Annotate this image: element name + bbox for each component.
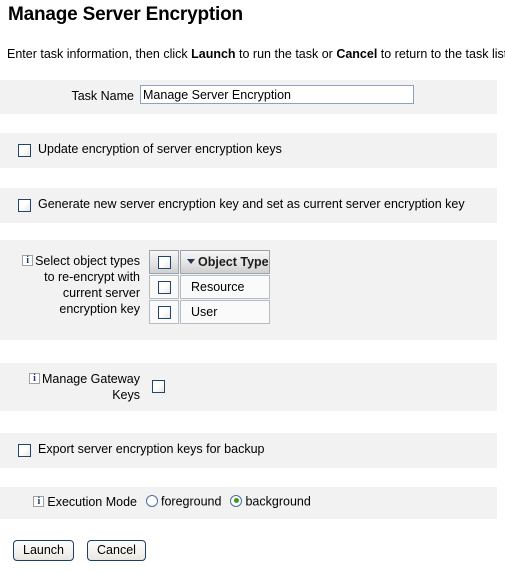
table-row[interactable]: Resource bbox=[149, 275, 270, 299]
generate-new-key-label: Generate new server encryption key and s… bbox=[38, 197, 465, 211]
update-encryption-checkbox[interactable] bbox=[18, 144, 31, 157]
export-keys-row[interactable]: Export server encryption keys for backup bbox=[0, 433, 497, 468]
gateway-keys-row: i Manage Gateway Keys bbox=[0, 363, 497, 411]
execution-mode-row: i Execution Mode foreground background bbox=[0, 487, 497, 519]
sort-descending-triangle-icon[interactable] bbox=[187, 259, 195, 265]
execution-mode-label: i Execution Mode bbox=[0, 495, 137, 509]
background-radio-label: background bbox=[245, 494, 311, 509]
object-types-label-line-1: Select object types bbox=[35, 254, 140, 268]
execution-mode-radio-group: foreground background bbox=[146, 494, 320, 509]
task-name-label: Task Name bbox=[71, 89, 134, 103]
row-resource-checkbox-cell[interactable] bbox=[149, 275, 179, 299]
object-type-column-header-label: Object Type bbox=[198, 255, 269, 269]
update-encryption-label: Update encryption of server encryption k… bbox=[38, 142, 282, 156]
execution-mode-option-background[interactable]: background bbox=[230, 494, 311, 509]
generate-new-key-row[interactable]: Generate new server encryption key and s… bbox=[0, 188, 497, 223]
object-types-row: i Select object types to re-encrypt with … bbox=[0, 240, 497, 340]
foreground-radio[interactable] bbox=[146, 494, 158, 507]
cancel-button[interactable]: Cancel bbox=[87, 540, 146, 561]
gateway-keys-label: i Manage Gateway Keys bbox=[10, 371, 140, 403]
background-radio[interactable] bbox=[230, 494, 243, 507]
row-resource-name: Resource bbox=[180, 275, 270, 299]
row-user-name: User bbox=[180, 300, 270, 324]
object-types-label-line-2: to re-encrypt with bbox=[44, 270, 140, 284]
select-all-cell[interactable] bbox=[149, 250, 179, 274]
object-types-label-line-3: current server bbox=[62, 286, 140, 300]
row-user-checkbox-cell[interactable] bbox=[149, 300, 179, 324]
execution-mode-option-foreground[interactable]: foreground bbox=[146, 494, 221, 509]
intro-suffix: to return to the task list. bbox=[377, 47, 505, 61]
table-header-row: Object Type bbox=[149, 250, 270, 274]
intro-launch-keyword: Launch bbox=[191, 47, 236, 61]
row-user-checkbox[interactable] bbox=[157, 306, 171, 320]
generate-new-key-checkbox[interactable] bbox=[18, 199, 31, 212]
update-encryption-row[interactable]: Update encryption of server encryption k… bbox=[0, 133, 497, 168]
intro-cancel-keyword: Cancel bbox=[336, 47, 378, 61]
row-resource-checkbox[interactable] bbox=[157, 281, 171, 295]
gateway-keys-label-line-1: Manage Gateway bbox=[42, 372, 140, 386]
info-icon[interactable]: i bbox=[22, 255, 34, 267]
object-types-table: Object Type Resource User bbox=[148, 249, 271, 325]
manage-server-encryption-page: Manage Server Encryption Enter task info… bbox=[0, 0, 505, 573]
footer-actions: Launch Cancel bbox=[0, 540, 146, 561]
gateway-keys-checkbox[interactable] bbox=[152, 380, 165, 393]
object-type-column-header[interactable]: Object Type bbox=[180, 250, 270, 274]
launch-button[interactable]: Launch bbox=[13, 540, 75, 561]
foreground-radio-label: foreground bbox=[161, 494, 222, 509]
execution-mode-label-text: Execution Mode bbox=[47, 495, 137, 509]
info-icon[interactable]: i bbox=[33, 496, 45, 508]
page-title: Manage Server Encryption bbox=[8, 4, 243, 25]
gateway-keys-label-line-2: Keys bbox=[112, 388, 140, 402]
object-types-label-line-4: encryption key bbox=[59, 302, 140, 316]
export-keys-label: Export server encryption keys for backup bbox=[38, 442, 265, 456]
task-name-input[interactable] bbox=[140, 85, 414, 104]
export-keys-checkbox[interactable] bbox=[18, 444, 31, 457]
info-icon[interactable]: i bbox=[29, 373, 41, 385]
table-row[interactable]: User bbox=[149, 300, 270, 324]
task-name-row: Task Name bbox=[0, 80, 497, 114]
intro-middle: to run the task or bbox=[235, 47, 337, 61]
intro-prefix: Enter task information, then click bbox=[7, 47, 192, 61]
intro-text: Enter task information, then click Launc… bbox=[7, 47, 505, 61]
object-types-label: i Select object types to re-encrypt with … bbox=[10, 253, 140, 317]
select-all-checkbox[interactable] bbox=[157, 256, 171, 270]
